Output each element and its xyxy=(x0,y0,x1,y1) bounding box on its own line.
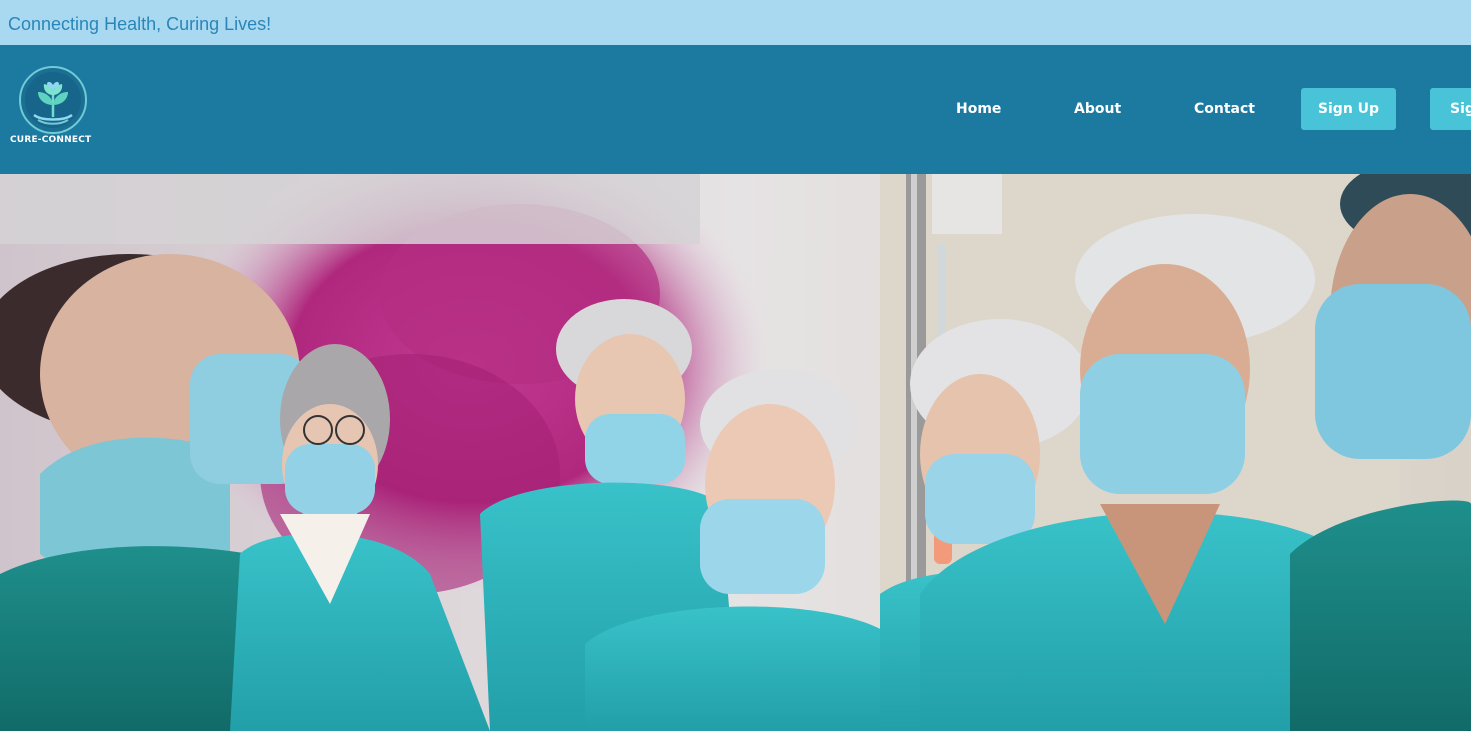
brand-name: CURE-CONNECT xyxy=(10,135,92,145)
tagline-text: Connecting Health, Curing Lives! xyxy=(8,14,272,34)
hero-image xyxy=(0,174,1471,731)
sign-up-button[interactable]: Sign Up xyxy=(1301,88,1396,130)
leaf-heart-icon xyxy=(19,66,87,134)
nav-link-home[interactable]: Home xyxy=(956,101,1001,117)
medical-team-photo xyxy=(0,174,1471,731)
nav-link-contact[interactable]: Contact xyxy=(1194,101,1255,117)
sign-in-button[interactable]: Sign In xyxy=(1430,88,1471,130)
main-navbar: CURE-CONNECT Home About Contact Sign Up … xyxy=(0,45,1471,174)
nav-link-about[interactable]: About xyxy=(1074,101,1121,117)
top-banner: Connecting Health, Curing Lives! xyxy=(0,0,1471,45)
brand-logo[interactable]: CURE-CONNECT xyxy=(8,65,104,155)
